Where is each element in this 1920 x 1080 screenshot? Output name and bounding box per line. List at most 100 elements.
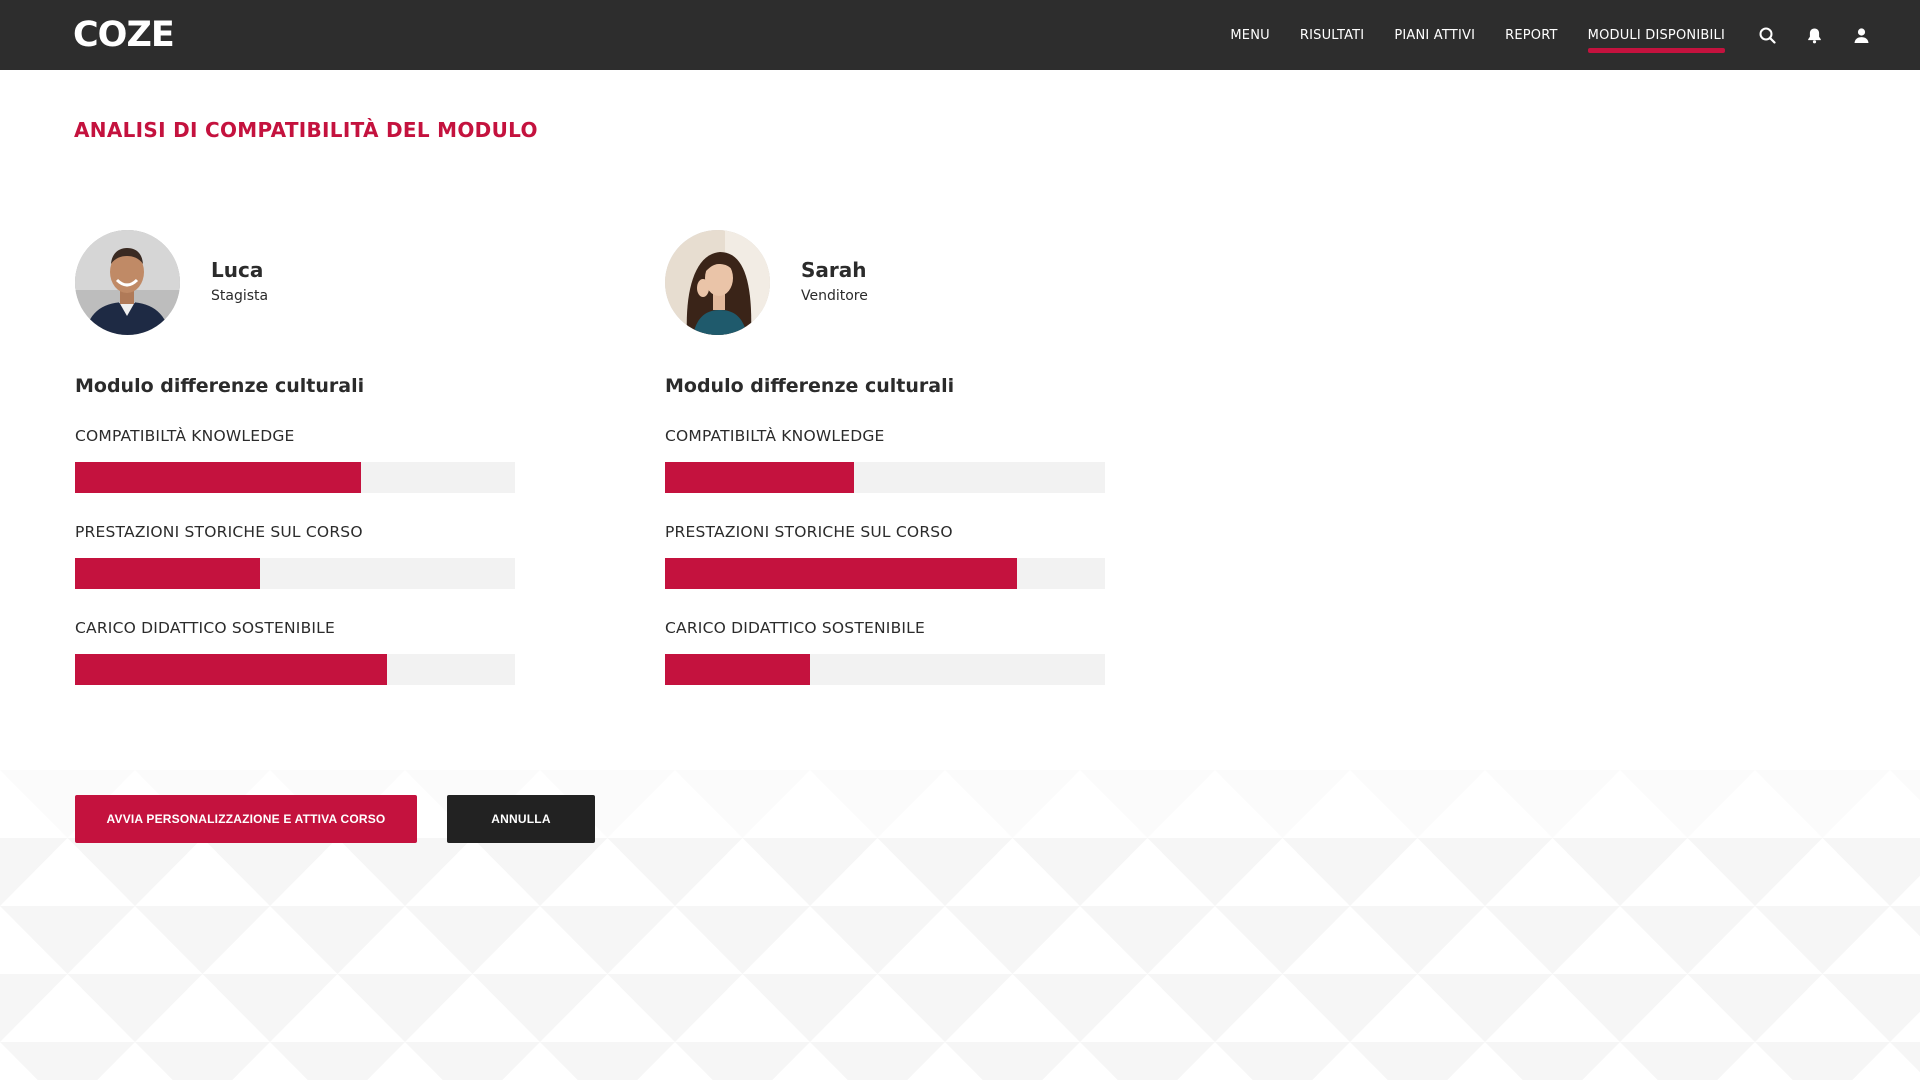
nav-item-piani-attivi[interactable]: PIANI ATTIVI [1394, 0, 1475, 70]
nav-icons [1759, 0, 1870, 70]
background-triangle [67, 974, 203, 1042]
background-triangle [1890, 1042, 1920, 1073]
background-triangle [1822, 838, 1920, 906]
background-triangle [1080, 906, 1215, 974]
background-triangle [675, 1042, 810, 1080]
metric-label: COMPATIBILTÀ KNOWLEDGE [665, 427, 885, 445]
main-nav: MENU RISULTATI PIANI ATTIVI REPORT MODUL… [1230, 0, 1726, 70]
background-triangle [0, 1042, 135, 1080]
background-triangle [1620, 906, 1755, 974]
background-triangle [337, 974, 473, 1042]
nav-item-label: MENU [1230, 27, 1270, 43]
background-triangle [607, 974, 743, 1042]
background-triangle [945, 906, 1080, 974]
background-triangle [810, 770, 945, 838]
background-triangle [1417, 974, 1553, 1042]
background-triangle [135, 906, 270, 974]
logo-text: COZE [73, 15, 175, 55]
nav-item-label: REPORT [1505, 27, 1558, 43]
background-triangle [1552, 838, 1688, 906]
candidate-card-luca: Luca Stagista Modulo differenze cultural… [75, 230, 525, 685]
background-triangle [472, 974, 608, 1042]
background-triangle [877, 838, 1013, 906]
background-triangle [135, 1042, 270, 1080]
background-triangle [1890, 906, 1920, 937]
progress-bar-fill [665, 558, 1017, 589]
background-triangle [1485, 770, 1620, 838]
coze-logo[interactable]: COZE [73, 14, 175, 56]
progress-bar-track [75, 558, 515, 589]
background-triangle [1282, 974, 1418, 1042]
search-icon[interactable] [1759, 27, 1776, 44]
metric-label: CARICO DIDATTICO SOSTENIBILE [665, 619, 926, 637]
background-triangle [945, 770, 1080, 838]
candidate-role: Stagista [211, 288, 269, 304]
progress-bar-fill [75, 654, 388, 685]
metric-carico: CARICO DIDATTICO SOSTENIBILE [665, 619, 1115, 685]
background-triangle [1282, 838, 1418, 906]
background-triangle [1147, 838, 1283, 906]
module-title: Modulo differenze culturali [665, 375, 955, 397]
metric-prestazioni: PRESTAZIONI STORICHE SUL CORSO [665, 523, 1115, 589]
bell-icon[interactable] [1806, 27, 1823, 44]
nav-item-risultati[interactable]: RISULTATI [1300, 0, 1364, 70]
metric-carico: CARICO DIDATTICO SOSTENIBILE [75, 619, 525, 685]
nav-item-moduli-disponibili[interactable]: MODULI DISPONIBILI [1587, 0, 1726, 70]
candidate-role: Venditore [801, 288, 868, 304]
background-triangle [472, 838, 608, 906]
nav-item-report[interactable]: REPORT [1505, 0, 1558, 70]
candidate-name: Sarah [801, 258, 867, 282]
candidate-profile: Sarah Venditore [665, 230, 1115, 335]
background-triangle [1755, 770, 1890, 838]
user-icon[interactable] [1853, 27, 1870, 44]
background-triangle [1755, 1042, 1890, 1080]
nav-item-label: RISULTATI [1299, 27, 1365, 43]
background-triangle [270, 906, 405, 974]
cancel-button[interactable]: ANNULLA [447, 795, 595, 843]
avatar [665, 230, 770, 335]
background-triangle [1755, 906, 1890, 974]
background-triangle [1215, 906, 1350, 974]
background-triangle [742, 838, 878, 906]
nav-item-menu[interactable]: MENU [1230, 0, 1269, 70]
background-triangle [1485, 1042, 1620, 1080]
background-triangle [67, 838, 203, 906]
background-triangle [405, 906, 540, 974]
background-triangle [0, 906, 135, 974]
background-triangle [742, 974, 878, 1042]
background-triangle [877, 974, 1013, 1042]
background-triangle [1417, 838, 1553, 906]
metric-knowledge: COMPATIBILTÀ KNOWLEDGE [75, 427, 525, 493]
background-triangle [945, 1042, 1080, 1080]
progress-bar-fill [665, 462, 855, 493]
background-triangle [1147, 974, 1283, 1042]
progress-bar-track [75, 462, 515, 493]
candidate-name: Luca [211, 258, 264, 282]
background-triangle [202, 838, 338, 906]
progress-bar-track [665, 558, 1105, 589]
background-triangle [1620, 770, 1755, 838]
background-triangle [1215, 1042, 1350, 1080]
background-triangle [675, 770, 810, 838]
background-triangle [1687, 974, 1823, 1042]
page-title: ANALISI DI COMPATIBILITÀ DEL MODULO [74, 118, 538, 142]
metric-label: PRESTAZIONI STORICHE SUL CORSO [75, 523, 363, 541]
background-triangle [607, 838, 743, 906]
background-triangle [1890, 770, 1920, 801]
background-triangle [202, 974, 338, 1042]
background-triangle [1080, 770, 1215, 838]
background-triangle [1012, 974, 1148, 1042]
background-triangle [675, 906, 810, 974]
metric-prestazioni: PRESTAZIONI STORICHE SUL CORSO [75, 523, 525, 589]
nav-item-label: MODULI DISPONIBILI [1587, 27, 1725, 43]
progress-bar-fill [665, 654, 811, 685]
metric-label: CARICO DIDATTICO SOSTENIBILE [75, 619, 336, 637]
start-personalization-button[interactable]: AVVIA PERSONALIZZAZIONE E ATTIVA CORSO [75, 795, 417, 843]
nav-item-label: PIANI ATTIVI [1394, 27, 1476, 43]
background-triangle [1552, 974, 1688, 1042]
background-triangle [1012, 838, 1148, 906]
background-triangle [1350, 770, 1485, 838]
progress-bar-track [665, 654, 1105, 685]
background-triangle [270, 1042, 405, 1080]
background-triangle [1080, 1042, 1215, 1080]
